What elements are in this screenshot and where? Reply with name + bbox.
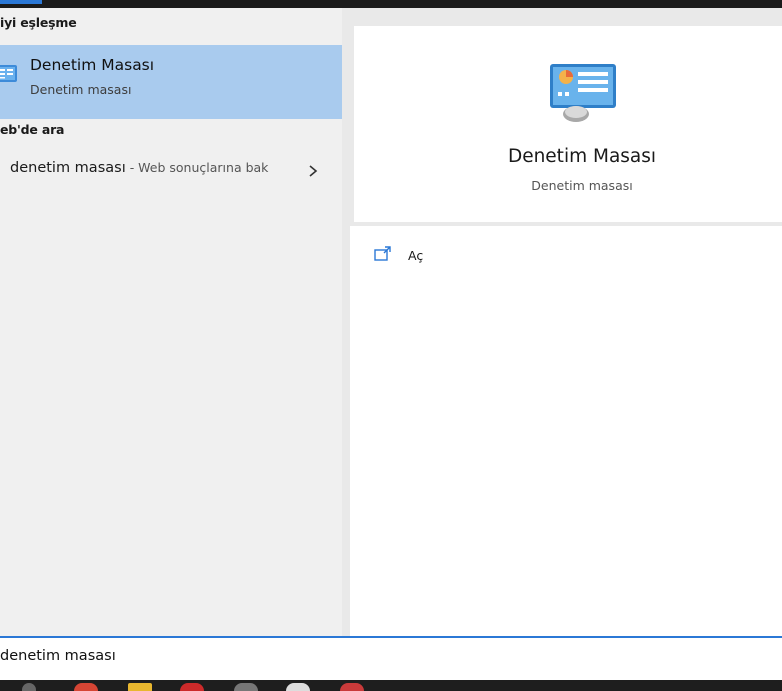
open-action-label: Aç — [408, 248, 424, 263]
file-explorer-icon[interactable] — [128, 683, 152, 691]
best-match-title: Denetim Masası — [30, 56, 155, 74]
app-icon[interactable] — [286, 683, 310, 691]
open-action[interactable]: Aç — [374, 244, 464, 266]
chrome-icon[interactable] — [74, 683, 98, 691]
active-tab-indicator — [0, 0, 42, 4]
detail-title: Denetim Masası — [507, 146, 657, 167]
web-search-query: denetim masası - Web sonuçlarına bak — [10, 160, 268, 176]
results-pane: iyi eşleşme Denetim Masası Denetim masas… — [0, 8, 342, 636]
taskbar — [0, 680, 782, 691]
opera-icon[interactable] — [180, 683, 204, 691]
app-icon[interactable] — [234, 683, 258, 691]
detail-pane: Denetim Masası Denetim masası Aç — [342, 8, 782, 636]
detail-subtitle: Denetim masası — [531, 178, 633, 193]
detail-card: Denetim Masası Denetim masası — [354, 26, 782, 222]
web-query-text: denetim masası — [10, 160, 126, 176]
control-panel-icon — [0, 65, 17, 82]
search-input[interactable] — [0, 642, 560, 670]
open-icon — [374, 246, 391, 261]
best-match-item[interactable]: Denetim Masası Denetim masası — [0, 45, 342, 119]
control-panel-icon — [550, 64, 616, 122]
search-box[interactable] — [0, 636, 782, 680]
web-search-header: eb'de ara — [0, 122, 65, 137]
best-match-header: iyi eşleşme — [0, 15, 77, 30]
window-top-strip — [0, 0, 782, 8]
actions-card: Aç — [350, 226, 782, 636]
best-match-subtitle: Denetim masası — [30, 82, 132, 97]
chevron-right-icon — [309, 165, 318, 177]
web-query-suffix: - Web sonuçlarına bak — [125, 160, 269, 175]
web-search-item[interactable]: denetim masası - Web sonuçlarına bak — [0, 151, 342, 195]
app-icon[interactable] — [340, 683, 364, 691]
task-view-icon[interactable] — [22, 683, 36, 691]
